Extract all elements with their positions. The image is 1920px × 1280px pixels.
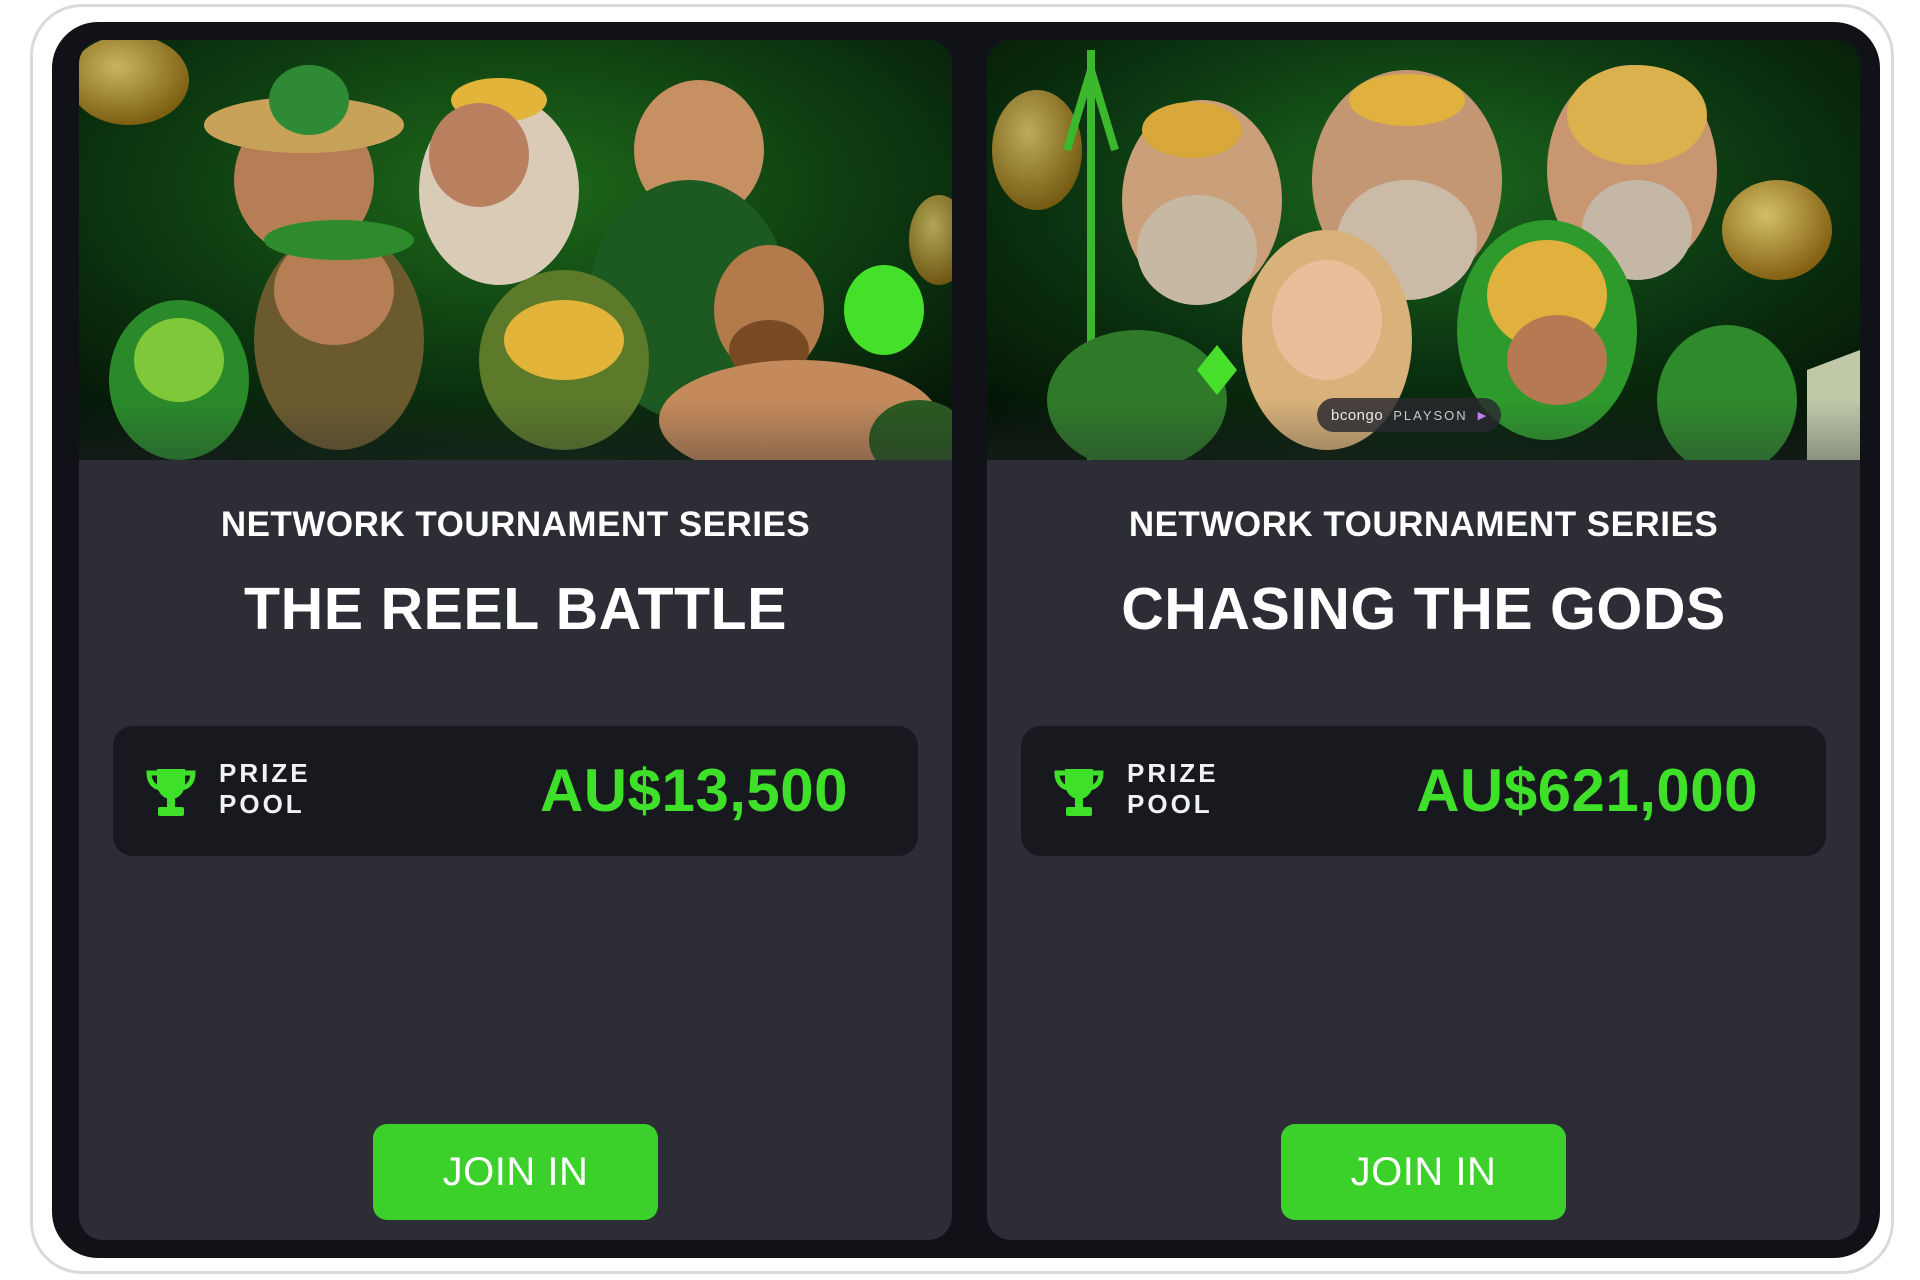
prize-label-line1: PRIZE <box>1127 758 1219 788</box>
prize-amount: AU$621,000 <box>1416 757 1758 824</box>
prize-label-line1: PRIZE <box>219 758 311 788</box>
tournament-banner-image <box>79 40 952 460</box>
prize-pool-box: PRIZE POOL AU$621,000 <box>1021 726 1826 856</box>
playson-triangle-icon: ▶ <box>1477 409 1487 422</box>
prize-pool-box: PRIZE POOL AU$13,500 <box>113 726 918 856</box>
prize-pool-label: PRIZE POOL <box>219 758 319 820</box>
prize-label-line2: POOL <box>1127 789 1213 819</box>
tournament-banner-image: bcongo PLAYSON ▶ <box>987 40 1860 460</box>
tournament-card-reel-battle: NETWORK TOURNAMENT SERIES THE REEL BATTL… <box>79 40 952 1240</box>
series-label: NETWORK TOURNAMENT SERIES <box>1128 505 1719 544</box>
join-in-button[interactable]: JOIN IN <box>1281 1124 1566 1220</box>
prize-label-line2: POOL <box>219 789 305 819</box>
tournament-card-chasing-the-gods: bcongo PLAYSON ▶ NETWORK TOURNAMENT SERI… <box>987 40 1860 1240</box>
series-label: NETWORK TOURNAMENT SERIES <box>220 505 811 544</box>
provider-logo-playson: PLAYSON <box>1393 407 1468 423</box>
tournament-title: THE REEL BATTLE <box>244 576 787 642</box>
provider-logos: bcongo PLAYSON ▶ <box>1317 398 1501 432</box>
trophy-icon <box>146 769 196 816</box>
prize-amount: AU$13,500 <box>539 757 848 824</box>
banner-fade <box>79 400 952 460</box>
provider-logo-bcongo: bcongo <box>1331 406 1384 424</box>
prize-pool-label: PRIZE POOL <box>1127 758 1227 820</box>
join-in-button[interactable]: JOIN IN <box>373 1124 658 1220</box>
tournament-title: CHASING THE GODS <box>1121 576 1726 642</box>
tournaments-panel: NETWORK TOURNAMENT SERIES THE REEL BATTL… <box>52 22 1880 1258</box>
trophy-icon <box>1054 769 1104 816</box>
